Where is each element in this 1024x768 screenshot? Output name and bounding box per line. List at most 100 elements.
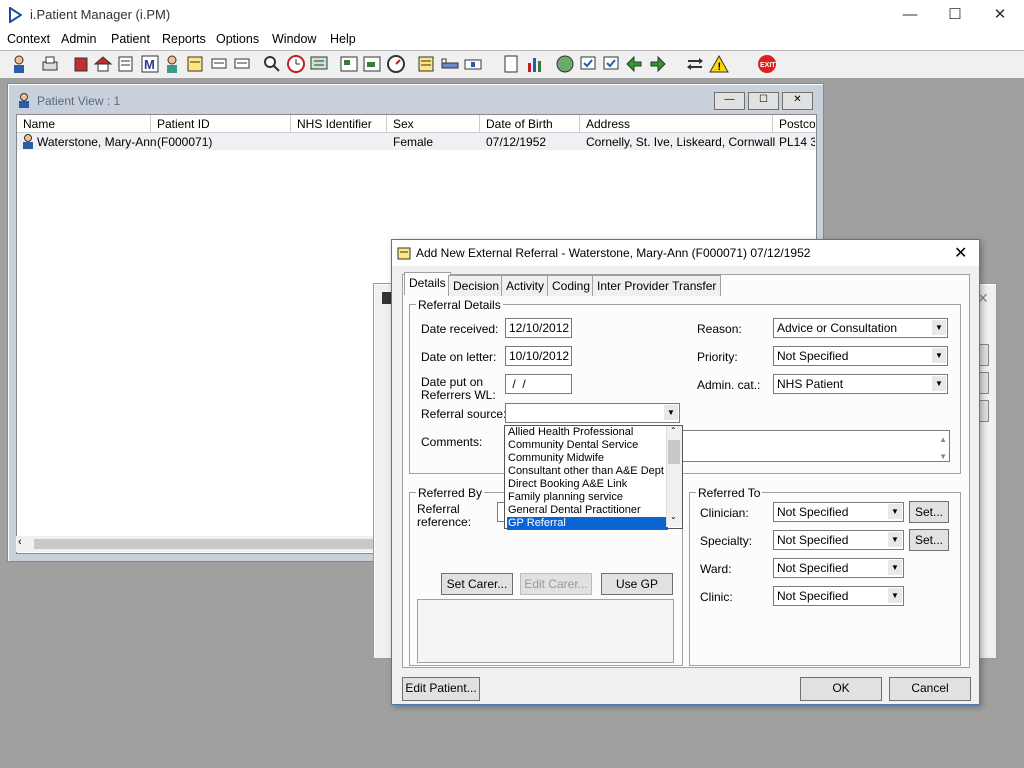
m-icon[interactable]: M: [140, 54, 160, 74]
list-item[interactable]: Allied Health Professional: [507, 426, 668, 439]
chevron-down-icon[interactable]: ▼: [932, 376, 946, 391]
col-dob[interactable]: Date of Birth: [486, 117, 553, 131]
tab-activity[interactable]: Activity: [501, 275, 550, 296]
list-item[interactable]: Community Dental Service: [507, 439, 668, 452]
date-on-letter-field[interactable]: 10/10/2012: [505, 346, 572, 366]
specialty-dropdown[interactable]: Not Specified ▼: [773, 530, 904, 550]
clock-icon[interactable]: [286, 54, 306, 74]
set-carer-button[interactable]: Set Carer...: [441, 573, 513, 595]
chevron-down-icon[interactable]: ▼: [888, 504, 902, 519]
ambulance-icon[interactable]: [463, 54, 483, 74]
clinician-dropdown[interactable]: Not Specified ▼: [773, 502, 904, 522]
comments-field[interactable]: ▲ ▼: [682, 430, 950, 462]
transfer-icon[interactable]: [685, 54, 705, 74]
chevron-down-icon[interactable]: ▼: [888, 560, 902, 575]
col-address[interactable]: Address: [586, 117, 630, 131]
chevron-down-icon[interactable]: ▼: [664, 405, 678, 420]
menu-admin[interactable]: Admin: [61, 32, 96, 46]
gauge-icon[interactable]: [386, 54, 406, 74]
clinic-dropdown[interactable]: Not Specified ▼: [773, 586, 904, 606]
background-button-3[interactable]: [979, 400, 989, 422]
patient-icon[interactable]: [9, 54, 29, 74]
menu-context[interactable]: Context: [7, 32, 50, 46]
pv-close-button[interactable]: ✕: [782, 92, 813, 110]
list-item[interactable]: Community Midwife: [507, 452, 668, 465]
monitor-icon[interactable]: [309, 54, 329, 74]
col-sex[interactable]: Sex: [393, 117, 414, 131]
ok-button[interactable]: OK: [800, 677, 882, 701]
admin-cat-dropdown[interactable]: NHS Patient ▼: [773, 374, 948, 394]
col-postcode[interactable]: Postcod: [779, 117, 815, 131]
search-doc-icon[interactable]: [116, 54, 136, 74]
reason-dropdown[interactable]: Advice or Consultation ▼: [773, 318, 948, 338]
list-item[interactable]: General Dental Practitioner: [507, 504, 668, 517]
list-item[interactable]: Direct Booking A&E Link: [507, 478, 668, 491]
edit-patient-button[interactable]: Edit Patient...: [402, 677, 480, 701]
menu-patient[interactable]: Patient: [111, 32, 150, 46]
set-specialty-button[interactable]: Set...: [909, 529, 949, 551]
chart-icon[interactable]: [362, 54, 382, 74]
maximize-button[interactable]: ☐: [935, 4, 975, 26]
menu-reports[interactable]: Reports: [162, 32, 206, 46]
print-icon[interactable]: [40, 54, 60, 74]
horizontal-scrollbar[interactable]: ‹: [16, 536, 416, 552]
menu-options[interactable]: Options: [216, 32, 259, 46]
scroll-down-icon[interactable]: ▼: [939, 448, 947, 466]
col-patient-id[interactable]: Patient ID: [157, 117, 210, 131]
tab-details[interactable]: Details: [404, 272, 451, 295]
tab-decision[interactable]: Decision: [448, 275, 505, 296]
list-item[interactable]: Family planning service: [507, 491, 668, 504]
checklist2-icon[interactable]: [601, 54, 621, 74]
chevron-up-icon[interactable]: ⌃: [670, 426, 677, 435]
chevron-down-icon[interactable]: ⌄: [670, 512, 677, 521]
doctor-icon[interactable]: [162, 54, 182, 74]
date-received-field[interactable]: 12/10/2012: [505, 318, 572, 338]
pv-maximize-button[interactable]: ☐: [748, 92, 779, 110]
notepad-icon[interactable]: [416, 54, 436, 74]
menu-window[interactable]: Window: [272, 32, 316, 46]
pv-minimize-button[interactable]: —: [714, 92, 745, 110]
warning-icon[interactable]: !: [709, 54, 729, 74]
list-item-selected[interactable]: GP Referral: [507, 517, 668, 530]
scroll-thumb[interactable]: [34, 539, 394, 549]
set-clinician-button[interactable]: Set...: [909, 501, 949, 523]
flag-icon[interactable]: [209, 54, 229, 74]
note-icon[interactable]: [185, 54, 205, 74]
listbox-scroll-thumb[interactable]: [668, 440, 680, 464]
priority-dropdown[interactable]: Not Specified ▼: [773, 346, 948, 366]
image-icon[interactable]: [339, 54, 359, 74]
ward-dropdown[interactable]: Not Specified ▼: [773, 558, 904, 578]
background-button-2[interactable]: [979, 372, 989, 394]
edit-carer-button[interactable]: Edit Carer...: [520, 573, 592, 595]
globe-icon[interactable]: [555, 54, 575, 74]
tab-inter-provider-transfer[interactable]: Inter Provider Transfer: [592, 275, 722, 296]
bar-chart-icon[interactable]: [525, 54, 545, 74]
chevron-down-icon[interactable]: ▼: [932, 320, 946, 335]
chevron-down-icon[interactable]: ▼: [888, 588, 902, 603]
scroll-up-icon[interactable]: ▲: [939, 431, 947, 449]
bed-icon[interactable]: [440, 54, 460, 74]
table-row[interactable]: Waterstone, Mary-Ann (F000071) Female 07…: [17, 133, 816, 150]
referral-source-dropdown[interactable]: ▼: [505, 403, 680, 423]
document-icon[interactable]: [501, 54, 521, 74]
magnify-icon[interactable]: [262, 54, 282, 74]
cancel-button[interactable]: Cancel: [889, 677, 971, 701]
date-put-on-field[interactable]: / /: [505, 374, 572, 394]
background-button-1[interactable]: [979, 344, 989, 366]
tab-coding[interactable]: Coding: [547, 275, 596, 296]
col-name[interactable]: Name: [23, 117, 55, 131]
use-gp-button[interactable]: Use GP: [601, 573, 673, 595]
listbox-scrollbar[interactable]: ⌃ ⌄: [666, 426, 682, 527]
scroll-left-icon[interactable]: ‹: [18, 536, 22, 548]
green-arrows-icon[interactable]: [624, 54, 644, 74]
list-item[interactable]: Consultant other than A&E Dept: [507, 465, 668, 478]
minimize-button[interactable]: —: [890, 4, 930, 26]
menu-help[interactable]: Help: [330, 32, 356, 46]
close-button[interactable]: ✕: [980, 4, 1020, 26]
dialog-close-button[interactable]: ✕: [954, 243, 967, 263]
exit-icon[interactable]: EXIT: [757, 54, 777, 74]
chevron-down-icon[interactable]: ▼: [888, 532, 902, 547]
checklist-icon[interactable]: [578, 54, 598, 74]
book-icon[interactable]: [71, 54, 91, 74]
green-arrows2-icon[interactable]: [648, 54, 668, 74]
